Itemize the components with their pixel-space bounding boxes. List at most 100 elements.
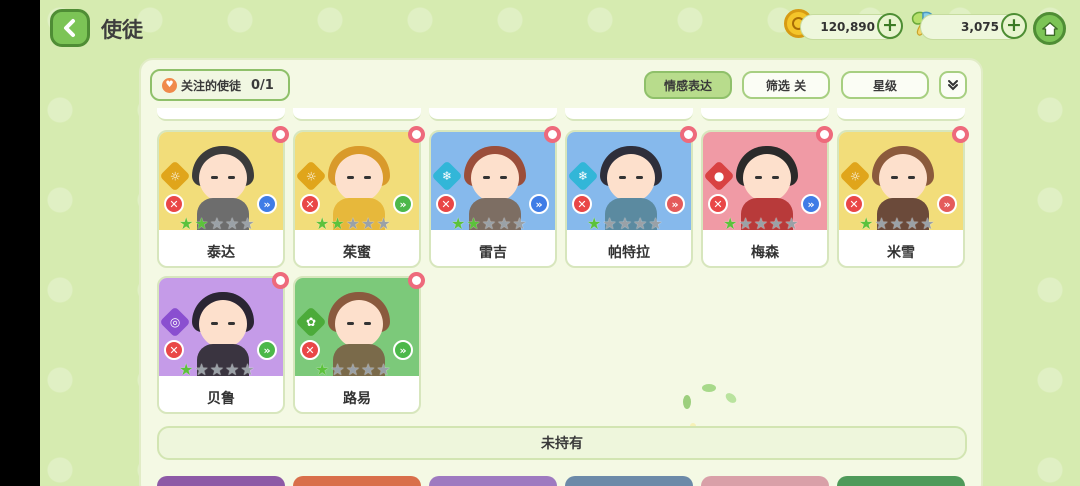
apostle-card[interactable]: ● ✕» ★ ★ ★ ★ ★ 梅森 — [701, 126, 833, 268]
flower-icon[interactable] — [272, 126, 289, 143]
not-owned-section-header[interactable]: 未持有 — [157, 426, 967, 460]
apostle-card[interactable]: ◎ ✕» ★ ★ ★ ★ ★ 贝鲁 — [157, 272, 289, 414]
apostle-card[interactable]: ☼ ✕» ★ ★ ★ ★ ★ 米雪 — [837, 126, 969, 268]
apostle-name: 泰达 — [207, 245, 235, 261]
star-empty-icon: ★ — [240, 360, 255, 379]
coin-counter: 120,890 + — [800, 13, 903, 40]
apostle-name: 帕特拉 — [608, 245, 650, 261]
star-empty-icon: ★ — [376, 214, 391, 233]
star-filled-icon: ★ — [179, 360, 194, 379]
star-empty-icon: ★ — [784, 214, 799, 233]
flower-icon[interactable] — [952, 126, 969, 143]
gem-counter: 3,075 + — [920, 13, 1027, 40]
tab-emotion[interactable]: 情感表达 — [644, 71, 732, 99]
star-filled-icon: ★ — [451, 214, 466, 233]
apostle-card[interactable]: ☼ ✕» ★ ★ ★ ★ ★ 茱蜜 — [293, 126, 425, 268]
star-empty-icon: ★ — [905, 214, 920, 233]
star-rating: ★ ★ ★ ★ ★ — [179, 216, 255, 232]
collapse-button[interactable] — [939, 71, 967, 99]
apostle-card[interactable]: ☼ ✕» ★ ★ ★ ★ ★ 泰达 — [157, 126, 289, 268]
tab-stars[interactable]: 星级 — [841, 71, 929, 99]
back-button[interactable] — [50, 9, 90, 47]
star-empty-icon: ★ — [602, 214, 617, 233]
not-owned-apostle-card[interactable] — [293, 476, 421, 486]
flower-icon[interactable] — [544, 126, 561, 143]
not-owned-apostle-card[interactable] — [565, 476, 693, 486]
apostle-card[interactable]: ✿ ✕» ★ ★ ★ ★ ★ 路易 — [293, 272, 425, 414]
star-empty-icon: ★ — [225, 360, 240, 379]
rank-icon: » — [257, 340, 277, 360]
star-empty-icon: ★ — [874, 214, 889, 233]
not-owned-apostle-card[interactable] — [157, 476, 285, 486]
star-empty-icon: ★ — [361, 360, 376, 379]
star-empty-icon: ★ — [889, 214, 905, 233]
star-filled-icon: ★ — [315, 214, 330, 233]
star-empty-icon: ★ — [345, 360, 361, 379]
apostle-name: 贝鲁 — [207, 391, 235, 407]
card-stub — [565, 108, 693, 121]
star-empty-icon: ★ — [769, 214, 784, 233]
star-rating: ★ ★ ★ ★ ★ — [723, 216, 799, 232]
followed-count: 0/1 — [251, 77, 274, 93]
flower-icon[interactable] — [408, 126, 425, 143]
flower-icon[interactable] — [272, 272, 289, 289]
card-stub — [157, 108, 285, 121]
star-empty-icon: ★ — [512, 214, 527, 233]
add-gems-button[interactable]: + — [1001, 13, 1027, 39]
card-stub — [293, 108, 421, 121]
add-coins-button[interactable]: + — [877, 13, 903, 39]
heart-icon: ♥ — [162, 77, 177, 93]
home-icon — [1041, 21, 1058, 36]
star-rating: ★ ★ ★ ★ ★ — [315, 216, 391, 232]
coin-amount: 120,890 — [820, 20, 875, 34]
rank-icon: » — [257, 194, 277, 214]
apostle-card[interactable]: ❄ ✕» ★ ★ ★ ★ ★ 帕特拉 — [565, 126, 697, 268]
flower-icon[interactable] — [408, 272, 425, 289]
chevron-left-icon — [64, 19, 75, 37]
card-stub — [429, 108, 557, 121]
not-owned-apostle-card[interactable] — [429, 476, 557, 486]
star-empty-icon: ★ — [209, 360, 225, 379]
not-owned-apostle-card[interactable] — [701, 476, 829, 486]
star-empty-icon: ★ — [194, 360, 209, 379]
followed-label: 关注的使徒 — [181, 78, 242, 93]
rank-icon: » — [529, 194, 549, 214]
gem-amount: 3,075 — [961, 20, 999, 34]
apostle-panel: ♥ 关注的使徒 0/1 情感表达 筛选 关 星级 ☼ ✕» ★ ★ ★ ★ ★ 泰达 ☼ ✕» ★ ★… — [139, 58, 983, 486]
role-icon: ✕ — [572, 194, 592, 214]
rank-icon: » — [665, 194, 685, 214]
star-rating: ★ ★ ★ ★ ★ — [179, 362, 255, 378]
star-filled-icon: ★ — [330, 214, 345, 233]
star-filled-icon: ★ — [466, 214, 481, 233]
flower-icon[interactable] — [680, 126, 697, 143]
followed-apostles-button[interactable]: ♥ 关注的使徒 0/1 — [150, 69, 290, 101]
star-empty-icon: ★ — [920, 214, 935, 233]
role-icon: ✕ — [844, 194, 864, 214]
star-empty-icon: ★ — [225, 214, 240, 233]
apostle-name: 米雪 — [887, 245, 915, 261]
star-empty-icon: ★ — [753, 214, 769, 233]
apostle-name: 梅森 — [751, 245, 779, 261]
role-icon: ✕ — [300, 194, 320, 214]
apostle-name: 茱蜜 — [343, 245, 371, 261]
apostle-name: 雷吉 — [479, 245, 507, 261]
card-stub — [837, 108, 965, 121]
apostle-card[interactable]: ❄ ✕» ★ ★ ★ ★ ★ 雷吉 — [429, 126, 561, 268]
tab-filter[interactable]: 筛选 关 — [742, 71, 830, 99]
home-button[interactable] — [1033, 12, 1066, 45]
not-owned-apostle-card[interactable] — [837, 476, 965, 486]
flower-icon[interactable] — [816, 126, 833, 143]
star-filled-icon: ★ — [859, 214, 874, 233]
star-filled-icon: ★ — [587, 214, 602, 233]
star-empty-icon: ★ — [648, 214, 663, 233]
star-empty-icon: ★ — [497, 214, 512, 233]
star-filled-icon: ★ — [179, 214, 194, 233]
rank-icon: » — [393, 194, 413, 214]
star-empty-icon: ★ — [738, 214, 753, 233]
star-empty-icon: ★ — [345, 214, 361, 233]
card-stub — [701, 108, 829, 121]
star-empty-icon: ★ — [617, 214, 633, 233]
rank-icon: » — [937, 194, 957, 214]
star-rating: ★ ★ ★ ★ ★ — [587, 216, 663, 232]
role-icon: ✕ — [708, 194, 728, 214]
